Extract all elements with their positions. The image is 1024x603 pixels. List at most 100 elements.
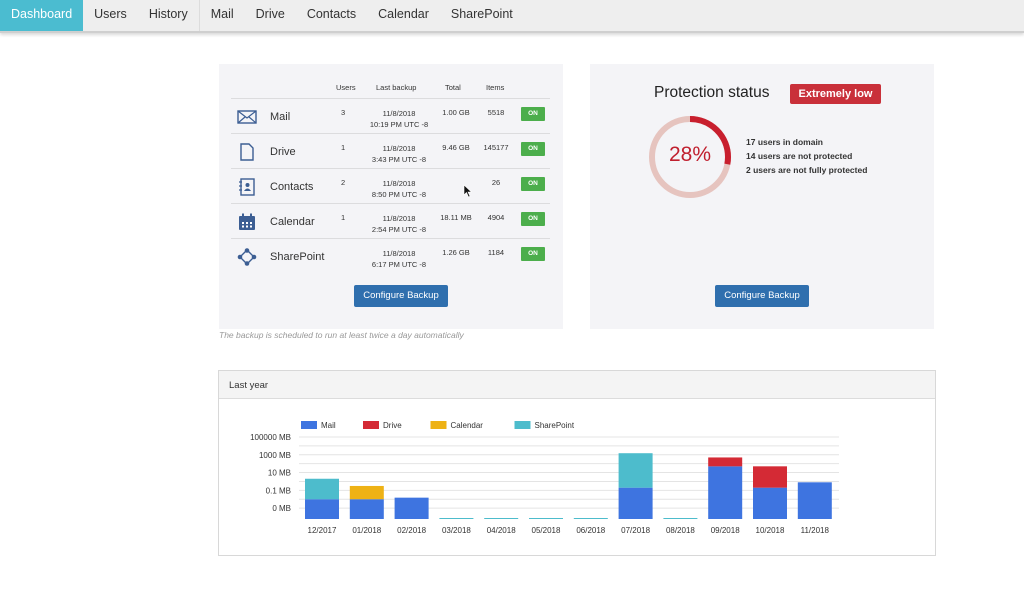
total-size: 1.00 GB [442, 108, 470, 117]
last-backup: 11/8/2018 10:19 PM UTC -8 [364, 108, 434, 130]
legend-label-sharepoint: SharePoint [535, 421, 575, 430]
bar-empty-08-2018 [663, 518, 698, 519]
bar-sharepoint-12-2017 [305, 478, 339, 500]
backup-time: 8:50 PM UTC -8 [371, 190, 427, 199]
col-header-items: Items [486, 83, 505, 92]
item-count: 26 [491, 178, 501, 187]
tab-users[interactable]: Users [83, 0, 138, 31]
top-nav: Dashboard Users History Mail Drive Conta… [0, 0, 1024, 33]
mouse-cursor-icon [463, 184, 473, 198]
backup-date: 11/8/2018 [382, 249, 416, 258]
backup-toggle[interactable]: ON [521, 177, 545, 191]
row-divider [231, 98, 550, 99]
mail-icon [237, 110, 257, 124]
bar-mail-07-2018 [618, 487, 653, 519]
x-tick-label: 06/2018 [576, 526, 605, 535]
total-size: 1.26 GB [442, 248, 470, 257]
tab-history[interactable]: History [138, 0, 199, 31]
y-tick-label: 10 MB [268, 469, 291, 478]
total-size: 9.46 GB [442, 143, 470, 152]
table-row-mail: Mail 3 11/8/2018 10:19 PM UTC -8 1.00 GB … [231, 100, 550, 134]
row-divider [231, 133, 550, 134]
service-name: Contacts [270, 181, 314, 193]
backup-date: 11/8/2018 [382, 214, 416, 223]
item-count: 1184 [487, 248, 505, 257]
table-row-drive: Drive 1 11/8/2018 3:43 PM UTC -8 9.46 GB … [231, 135, 550, 169]
bar-drive-10-2018 [753, 466, 787, 488]
stat-not-fully-protected: 2 users are not fully protected [746, 165, 868, 175]
total-size: 18.11 MB [440, 213, 472, 222]
protection-percent: 28% [668, 143, 712, 166]
backup-date: 11/8/2018 [382, 109, 416, 118]
bar-mail-09-2018 [708, 466, 743, 519]
user-count: 2 [341, 178, 346, 187]
item-count: 145177 [483, 143, 509, 152]
x-tick-label: 07/2018 [621, 526, 650, 535]
table-row-calendar: Calendar 1 11/8/2018 2:54 PM UTC -8 18.11… [231, 205, 550, 239]
col-header-total: Total [445, 83, 461, 92]
legend-label-calendar: Calendar [451, 421, 484, 430]
legend-swatch-calendar [430, 421, 447, 429]
protection-title: Protection status [654, 84, 770, 101]
legend-label-mail: Mail [321, 421, 336, 430]
last-backup: 11/8/2018 2:54 PM UTC -8 [364, 213, 434, 235]
legend-swatch-sharepoint [514, 421, 531, 429]
x-tick-label: 12/2017 [308, 526, 337, 535]
bar-mail-10-2018 [753, 487, 787, 519]
last-backup: 11/8/2018 6:17 PM UTC -8 [364, 248, 434, 270]
address-book-icon [239, 178, 255, 196]
bar-mail-11-2018 [797, 482, 832, 519]
bar-empty-06-2018 [573, 518, 608, 519]
backup-toggle[interactable]: ON [521, 212, 545, 226]
table-row-contacts: Contacts 2 11/8/2018 8:50 PM UTC -8 26 ON [231, 170, 550, 204]
backup-toggle[interactable]: ON [521, 142, 545, 156]
bar-mail-12-2017 [305, 499, 339, 519]
x-tick-label: 02/2018 [397, 526, 426, 535]
user-count: 1 [341, 143, 346, 152]
backup-time: 10:19 PM UTC -8 [369, 120, 429, 129]
backup-toggle[interactable]: ON [521, 247, 545, 261]
backup-time: 2:54 PM UTC -8 [371, 225, 427, 234]
calendar-icon [239, 213, 255, 230]
legend-swatch-mail [301, 421, 317, 429]
legend-label-drive: Drive [383, 421, 402, 430]
x-tick-label: 01/2018 [352, 526, 381, 535]
x-tick-label: 04/2018 [487, 526, 516, 535]
y-tick-label: 0 MB [272, 504, 291, 513]
tab-calendar[interactable]: Calendar [367, 0, 440, 31]
last-backup: 11/8/2018 3:43 PM UTC -8 [364, 143, 434, 165]
service-name: Calendar [270, 216, 315, 228]
tab-contacts[interactable]: Contacts [296, 0, 367, 31]
stat-users-in-domain: 17 users in domain [746, 137, 823, 147]
tab-sharepoint[interactable]: SharePoint [440, 0, 524, 31]
service-name: Drive [270, 146, 296, 158]
stat-not-protected: 14 users are not protected [746, 151, 853, 161]
schedule-note: The backup is scheduled to run at least … [219, 330, 464, 340]
configure-backup-button-2[interactable]: Configure Backup [715, 285, 809, 307]
user-count: 1 [341, 213, 346, 222]
row-divider [231, 238, 550, 239]
backup-toggle[interactable]: ON [521, 107, 545, 121]
col-header-last-backup: Last backup [376, 83, 417, 92]
document-icon [240, 143, 254, 161]
tab-drive[interactable]: Drive [245, 0, 296, 31]
table-row-sharepoint: SharePoint 11/8/2018 6:17 PM UTC -8 1.26 … [231, 240, 550, 274]
service-name: SharePoint [270, 251, 325, 263]
x-tick-label: 05/2018 [532, 526, 561, 535]
bar-empty-04-2018 [484, 518, 519, 519]
y-tick-label: 100000 MB [250, 433, 291, 442]
bar-sharepoint-07-2018 [618, 453, 653, 488]
configure-backup-button[interactable]: Configure Backup [354, 285, 448, 307]
user-count: 3 [341, 108, 346, 117]
service-name: Mail [270, 111, 291, 123]
x-tick-label: 10/2018 [756, 526, 785, 535]
storage-chart: 100000 MB 1000 MB 10 MB 0.1 MB 0 MB Mail Drive… [250, 421, 839, 535]
legend-swatch-drive [363, 421, 379, 429]
row-divider [231, 168, 550, 169]
sharepoint-icon [237, 248, 257, 266]
bar-empty-03-2018 [439, 518, 474, 519]
bar-drive-09-2018 [708, 457, 743, 467]
tab-mail[interactable]: Mail [200, 0, 245, 31]
bar-calendar-01-2018 [349, 485, 384, 500]
tab-dashboard[interactable]: Dashboard [0, 0, 84, 31]
